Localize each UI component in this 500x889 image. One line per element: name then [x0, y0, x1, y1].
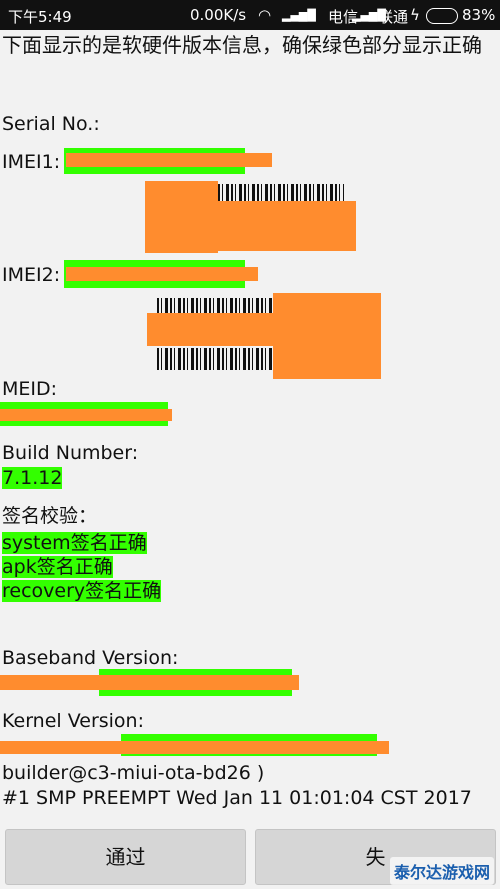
sign-recovery-row: recovery签名正确	[2, 579, 162, 603]
version-info: 下面显示的是软硬件版本信息，确保绿色部分显示正确 Serial No.: IME…	[0, 30, 500, 825]
sign-system: system签名正确	[2, 532, 147, 554]
watermark-logo: 泰尔达游戏网	[389, 857, 494, 885]
kernel-label: Kernel Version:	[2, 710, 144, 732]
imei1-redaction	[66, 153, 272, 167]
intro-text: 下面显示的是软硬件版本信息，确保绿色部分显示正确	[2, 33, 482, 57]
barcode-redaction	[218, 201, 356, 251]
network-speed: 0.00K/s	[190, 6, 247, 24]
charging-icon: ϟ	[410, 6, 420, 24]
signal-icon: ▂▄▆█	[282, 9, 316, 22]
barcode-redaction	[145, 181, 218, 253]
action-bar: 通过 失 泰尔达游戏网	[0, 825, 500, 889]
battery-level: 83%	[462, 6, 496, 24]
build-value: 7.1.12	[2, 467, 63, 489]
pass-button[interactable]: 通过	[5, 829, 246, 885]
sign-label: 签名校验：	[2, 505, 98, 527]
meid-redaction	[0, 409, 172, 421]
imei2-label: IMEI2:	[2, 264, 61, 286]
status-time: 下午5:49	[8, 8, 72, 26]
build-label: Build Number:	[2, 442, 139, 464]
sign-system-row: system签名正确	[2, 531, 147, 555]
sign-apk: apk签名正确	[2, 556, 113, 578]
baseband-label: Baseband Version:	[2, 647, 179, 669]
barcode-redaction	[147, 313, 273, 346]
battery-toggle-icon	[426, 8, 458, 24]
wifi-icon: ◠	[258, 6, 272, 24]
kernel-redaction	[0, 741, 389, 754]
build-value-row: 7.1.12	[2, 466, 63, 490]
barcode-redaction	[273, 293, 381, 379]
sign-apk-row: apk签名正确	[2, 555, 113, 579]
sign-recovery: recovery签名正确	[2, 580, 162, 602]
imei2-redaction	[66, 267, 258, 281]
carrier-2: 联通	[378, 8, 409, 26]
imei2-barcode	[157, 348, 273, 370]
kernel-line-3: #1 SMP PREEMPT Wed Jan 11 01:01:04 CST 2…	[2, 787, 472, 809]
imei1-label: IMEI1:	[2, 151, 61, 173]
baseband-redaction	[0, 675, 299, 690]
serial-label: Serial No.:	[2, 113, 100, 135]
status-bar: 下午5:49 0.00K/s ◠ ▂▄▆█ 电信 ▂▄▆█ 联通 ϟ 83%	[0, 0, 500, 30]
kernel-line-2: builder@c3-miui-ota-bd26 )	[2, 762, 265, 784]
meid-label: MEID:	[2, 378, 58, 400]
